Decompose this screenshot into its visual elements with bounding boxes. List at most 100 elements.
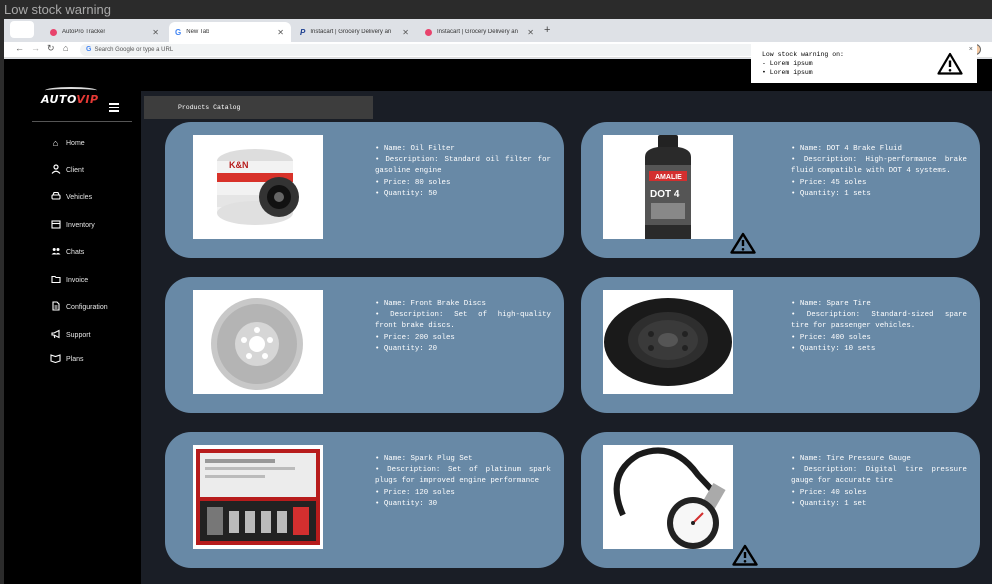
product-price: • Price: 45 soles	[791, 178, 867, 187]
low-stock-warning-icon[interactable]	[732, 544, 758, 566]
tab-label: AutoPro Tracker	[62, 29, 106, 35]
sidebar-item-label: Vehicles	[66, 193, 93, 201]
sidebar-divider	[32, 121, 132, 122]
product-price: • Price: 400 soles	[791, 333, 871, 342]
back-arrow-icon[interactable]: ←	[15, 43, 24, 53]
sidebar-item-chats[interactable]: Chats	[50, 245, 84, 259]
tab-new-tab[interactable]: G New Tab ✕	[169, 22, 291, 42]
product-price: • Price: 200 soles	[375, 333, 455, 342]
tab-label: Instacart | Grocery Delivery an	[437, 29, 518, 35]
autopro-favicon-icon	[50, 28, 57, 36]
close-icon[interactable]: ✕	[277, 28, 284, 37]
product-info: • Name: Tire Pressure Gauge • Descriptio…	[791, 454, 967, 510]
close-icon[interactable]: ✕	[152, 28, 159, 37]
product-description: • Description: Set of high-quality front…	[375, 311, 551, 331]
sidebar-item-label: Inventory	[66, 221, 95, 229]
sidebar-item-vehicles[interactable]: Vehicles	[50, 190, 92, 204]
product-quantity: • Quantity: 20	[375, 344, 438, 353]
google-icon: G	[175, 27, 182, 37]
product-info: • Name: Oil Filter • Description: Standa…	[375, 144, 551, 200]
product-name: • Name: Spark Plug Set	[375, 455, 473, 463]
pressure-gauge-image	[603, 445, 733, 549]
user-icon	[50, 164, 61, 176]
sidebar-item-inventory[interactable]: Inventory	[50, 218, 95, 232]
product-name: • Name: Oil Filter	[375, 145, 455, 153]
product-price: • Price: 120 soles	[375, 488, 455, 497]
product-info: • Name: Spare Tire • Description: Standa…	[791, 299, 967, 355]
instacart-favicon-icon	[425, 28, 432, 36]
main-content: Products Catalog K&N • Name: Oil Filter …	[141, 91, 992, 584]
product-quantity: • Quantity: 1 set	[791, 499, 867, 508]
close-icon[interactable]: ✕	[527, 28, 534, 37]
warning-triangle-icon	[937, 52, 963, 75]
product-name: • Name: DOT 4 Brake Fluid	[791, 145, 902, 153]
product-name: • Name: Spare Tire	[791, 300, 871, 308]
oil-filter-image: K&N	[193, 135, 323, 239]
tab-instacart-1[interactable]: P Instacart | Grocery Delivery an ✕	[294, 22, 416, 42]
sidebar-item-client[interactable]: Client	[50, 163, 84, 177]
brake-fluid-image: AMALIE DOT 4	[603, 135, 733, 239]
svg-text:DOT 4: DOT 4	[650, 189, 680, 200]
megaphone-icon	[50, 329, 61, 341]
home-icon: ⌂	[52, 138, 59, 148]
sidebar-item-configuration[interactable]: Configuration	[50, 300, 108, 314]
product-info: • Name: Front Brake Discs • Description:…	[375, 299, 551, 355]
product-card-spare-tire[interactable]: • Name: Spare Tire • Description: Standa…	[581, 277, 980, 413]
product-description: • Description: Standard-sized spare tire…	[791, 311, 967, 331]
logo-text-auto: AUTO	[41, 93, 77, 106]
tab-label: Instacart | Grocery Delivery an	[310, 29, 392, 35]
svg-text:AMALIE: AMALIE	[655, 174, 682, 181]
logo-text-vip: VIP	[76, 93, 99, 106]
tab-autopro-tracker[interactable]: AutoPro Tracker ✕	[44, 22, 166, 42]
product-description: • Description: Digital tire pressure gau…	[791, 466, 967, 486]
web-page: AUTOVIP ⌂ Home Client Vehicles Inventory…	[4, 59, 992, 584]
product-name: • Name: Front Brake Discs	[375, 300, 486, 308]
close-icon[interactable]: ✕	[402, 28, 409, 37]
omnibox-placeholder: Search Google or type a URL	[94, 47, 174, 53]
tab-blank[interactable]	[10, 21, 34, 38]
sidebar-item-plans[interactable]: Plans	[50, 352, 84, 366]
product-quantity: • Quantity: 10 sets	[791, 344, 876, 353]
browser-window: AutoPro Tracker ✕ G New Tab ✕ P Instacar…	[4, 19, 992, 584]
low-stock-popup[interactable]: Low stock warning on: - Lorem ipsum • Lo…	[751, 44, 977, 83]
car-icon	[50, 191, 61, 203]
people-icon	[50, 246, 61, 258]
brake-disc-image	[193, 290, 323, 394]
product-info: • Name: DOT 4 Brake Fluid • Description:…	[791, 144, 967, 200]
product-description: • Description: High-performance brake fl…	[791, 156, 967, 176]
box-icon	[50, 353, 61, 365]
calendar-icon	[50, 219, 61, 231]
new-tab-plus-icon[interactable]: +	[544, 24, 550, 36]
reload-icon[interactable]: ↻	[47, 43, 55, 54]
autovip-logo: AUTOVIP	[41, 87, 99, 106]
sidebar-item-label: Chats	[66, 248, 85, 256]
forward-arrow-icon[interactable]: →	[31, 43, 40, 53]
sidebar-item-label: Client	[66, 166, 84, 174]
product-description: • Description: Set of platinum spark plu…	[375, 466, 551, 486]
product-card-tire-pressure-gauge[interactable]: • Name: Tire Pressure Gauge • Descriptio…	[581, 432, 980, 568]
product-card-brake-discs[interactable]: • Name: Front Brake Discs • Description:…	[165, 277, 564, 413]
hamburger-menu-icon[interactable]	[109, 103, 119, 114]
product-card-oil-filter[interactable]: K&N • Name: Oil Filter • Description: St…	[165, 122, 564, 258]
product-card-spark-plug-set[interactable]: • Name: Spark Plug Set • Description: Se…	[165, 432, 564, 568]
tab-label: New Tab	[186, 29, 210, 35]
window-title: Low stock warning	[0, 0, 992, 19]
product-card-brake-fluid[interactable]: AMALIE DOT 4 • Name: DOT 4 Brake Fluid •…	[581, 122, 980, 258]
low-stock-warning-icon[interactable]	[730, 232, 756, 254]
tab-instacart-2[interactable]: Instacart | Grocery Delivery an ✕	[419, 22, 541, 42]
products-catalog-header: Products Catalog	[144, 96, 373, 119]
close-icon[interactable]: ×	[969, 46, 973, 55]
product-price: • Price: 40 soles	[791, 488, 867, 497]
tab-strip: AutoPro Tracker ✕ G New Tab ✕ P Instacar…	[4, 19, 992, 42]
spare-tire-image	[603, 290, 733, 394]
google-icon: G	[86, 46, 92, 53]
product-name: • Name: Tire Pressure Gauge	[791, 455, 911, 463]
product-price: • Price: 80 soles	[375, 178, 451, 187]
sidebar-item-home[interactable]: ⌂ Home	[50, 136, 85, 150]
paypal-icon: P	[300, 27, 306, 37]
sidebar-item-invoice[interactable]: Invoice	[50, 273, 88, 287]
home-browser-icon[interactable]: ⌂	[63, 43, 68, 53]
kn-logo: K&N	[229, 160, 249, 170]
sidebar-item-support[interactable]: Support	[50, 328, 91, 342]
product-info: • Name: Spark Plug Set • Description: Se…	[375, 454, 551, 510]
